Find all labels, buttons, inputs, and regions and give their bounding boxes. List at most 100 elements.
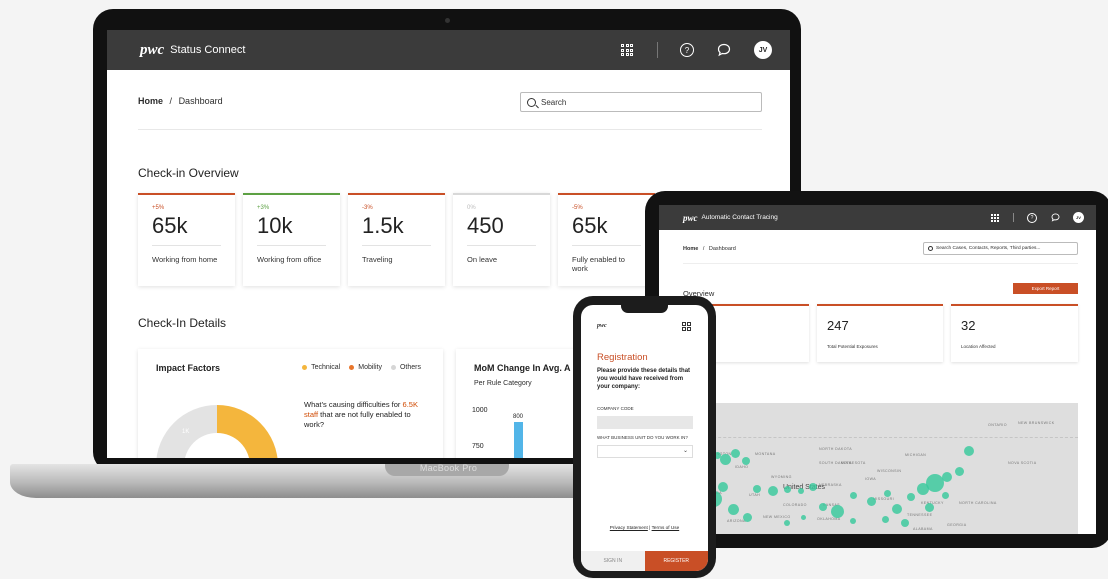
map-region-label: UTAH [749, 493, 761, 497]
tablet-apps-grid-icon[interactable] [990, 213, 1000, 223]
map-region-label: COLORADO [783, 503, 807, 507]
registration-title: Registration [597, 352, 648, 363]
legend-label: Others [399, 364, 421, 371]
legend-label: Mobility [358, 364, 382, 371]
impact-donut-chart[interactable] [156, 405, 278, 458]
map-region-label: IOWA [865, 477, 877, 481]
map-exposure-dot[interactable] [730, 448, 740, 458]
tablet-card-locations[interactable]: 32 Location Affected [951, 304, 1078, 362]
map-exposure-dot[interactable] [850, 518, 856, 524]
map-exposure-dot[interactable] [830, 504, 844, 518]
tablet-search-input[interactable]: Search Cases, Contacts, Reports, Third p… [923, 242, 1078, 255]
kpi-change: 0% [467, 205, 476, 211]
chat-icon[interactable] [716, 42, 732, 58]
kpi-value: 450 [467, 213, 536, 246]
tablet-header-rule [683, 263, 1078, 264]
legend-item[interactable]: Others [390, 364, 421, 371]
company-code-input[interactable] [597, 416, 693, 429]
kpi-value: 65k [572, 213, 641, 246]
business-unit-select[interactable]: ⌄ [597, 445, 693, 458]
tablet-help-icon[interactable]: ? [1027, 212, 1037, 223]
map-exposure-dot[interactable] [954, 466, 964, 476]
map-exposure-dot[interactable] [809, 483, 817, 491]
kpi-card[interactable]: +5% 65k Working from home [138, 193, 235, 286]
map-exposure-dot[interactable] [866, 496, 876, 506]
map-region-label: NORTH DAKOTA [819, 447, 853, 451]
map-exposure-dot[interactable] [942, 472, 952, 482]
tablet-breadcrumb-home[interactable]: Home [683, 246, 698, 252]
map-region-label: NORTH CAROLINA [959, 501, 997, 505]
legend-item[interactable]: Mobility [349, 364, 382, 371]
map-exposure-dot[interactable] [742, 512, 752, 522]
map-exposure-dot[interactable] [768, 486, 778, 496]
help-icon[interactable]: ? [680, 43, 694, 57]
map-exposure-dot[interactable] [718, 482, 728, 492]
map-exposure-dot[interactable] [901, 519, 909, 527]
map-exposure-dot[interactable] [892, 504, 902, 514]
kpi-label: Working from office [257, 255, 322, 264]
map-region-label: WYOMING [771, 475, 792, 479]
kpi-card[interactable]: +3% 10k Working from office [243, 193, 340, 286]
tablet-app-name: Automatic Contact Tracing [701, 214, 778, 221]
user-avatar[interactable]: JV [754, 41, 772, 59]
map-exposure-dot[interactable] [907, 493, 915, 501]
kpi-value: 65k [152, 213, 221, 246]
map-exposure-dot[interactable] [719, 453, 731, 465]
map-border-line [683, 437, 1078, 438]
legend-label: Technical [311, 364, 341, 371]
kpi-card[interactable]: 0% 450 On leave [453, 193, 550, 286]
search-placeholder: Search [541, 97, 567, 107]
kpi-card[interactable]: -3% 1.5k Traveling [348, 193, 445, 286]
map-exposure-dot[interactable] [881, 515, 889, 523]
phone-footer: SIGN IN REGISTER [581, 551, 708, 571]
question-prefix: What’s causing difficulties for [304, 400, 401, 409]
tablet-card-exposures[interactable]: 247 Total Potential Exposures [817, 304, 943, 362]
tablet-card-label: Location Affected [961, 344, 996, 349]
map-exposure-dot[interactable] [819, 503, 827, 511]
breadcrumb-home[interactable]: Home [138, 96, 163, 106]
map-region-label: MONTANA [755, 452, 776, 456]
terms-of-use-link[interactable]: Terms of Use [652, 525, 680, 530]
tablet-user-avatar[interactable]: JV [1073, 212, 1084, 223]
exposure-map[interactable]: United States NEW BRUNSWICKWASHINGTONMON… [683, 403, 1078, 534]
map-exposure-dot[interactable] [800, 514, 806, 520]
bar-value-label: 800 [513, 414, 524, 420]
map-region-label: MISSOURI [873, 497, 894, 501]
kpi-label: Fully enabled to work [572, 255, 625, 274]
map-exposure-dot[interactable] [742, 457, 750, 465]
map-exposure-dot[interactable] [964, 446, 974, 456]
export-report-button[interactable]: Export Report [1013, 283, 1078, 294]
y-tick-750: 750 [472, 443, 484, 450]
legend-item[interactable]: Technical [302, 364, 340, 371]
kpi-card[interactable]: -5% 65k Fully enabled to work [558, 193, 655, 286]
map-exposure-dot[interactable] [784, 520, 790, 526]
map-exposure-dot[interactable] [783, 485, 791, 493]
pwc-logo[interactable]: pwc [140, 42, 164, 59]
tablet-card-value: 247 [827, 318, 849, 333]
apps-grid-icon[interactable] [619, 42, 635, 58]
register-button[interactable]: REGISTER [644, 551, 708, 571]
search-input[interactable]: Search [520, 92, 762, 112]
tablet-breadcrumb: Home / Dashboard [683, 246, 736, 252]
map-exposure-dot[interactable] [941, 491, 949, 499]
tablet-search-icon [928, 246, 933, 251]
mom-bar[interactable] [514, 422, 523, 458]
impact-factors-title: Impact Factors [156, 363, 221, 373]
phone-menu-grid-icon[interactable] [682, 322, 691, 331]
tablet-pwc-logo[interactable]: pwc [683, 213, 698, 223]
map-region-label: NEBRASKA [819, 483, 842, 487]
sign-in-button[interactable]: SIGN IN [581, 551, 645, 571]
tablet-chat-icon[interactable] [1050, 213, 1060, 223]
registration-description: Please provide these details that you wo… [597, 368, 691, 390]
tablet-header-divider [1013, 213, 1014, 222]
tablet-card-label: Total Potential Exposures [827, 344, 878, 349]
map-exposure-dot[interactable] [727, 503, 739, 515]
map-exposure-dot[interactable] [798, 488, 804, 494]
map-exposure-dot[interactable] [753, 485, 761, 493]
map-exposure-dot[interactable] [883, 489, 891, 497]
privacy-statement-link[interactable]: Privacy Statement [610, 525, 648, 530]
map-exposure-dot[interactable] [924, 502, 934, 512]
map-exposure-dot[interactable] [849, 491, 857, 499]
question-suffix: that are not fully enabled to work? [304, 409, 411, 429]
map-region-label: IDAHO [735, 465, 749, 469]
